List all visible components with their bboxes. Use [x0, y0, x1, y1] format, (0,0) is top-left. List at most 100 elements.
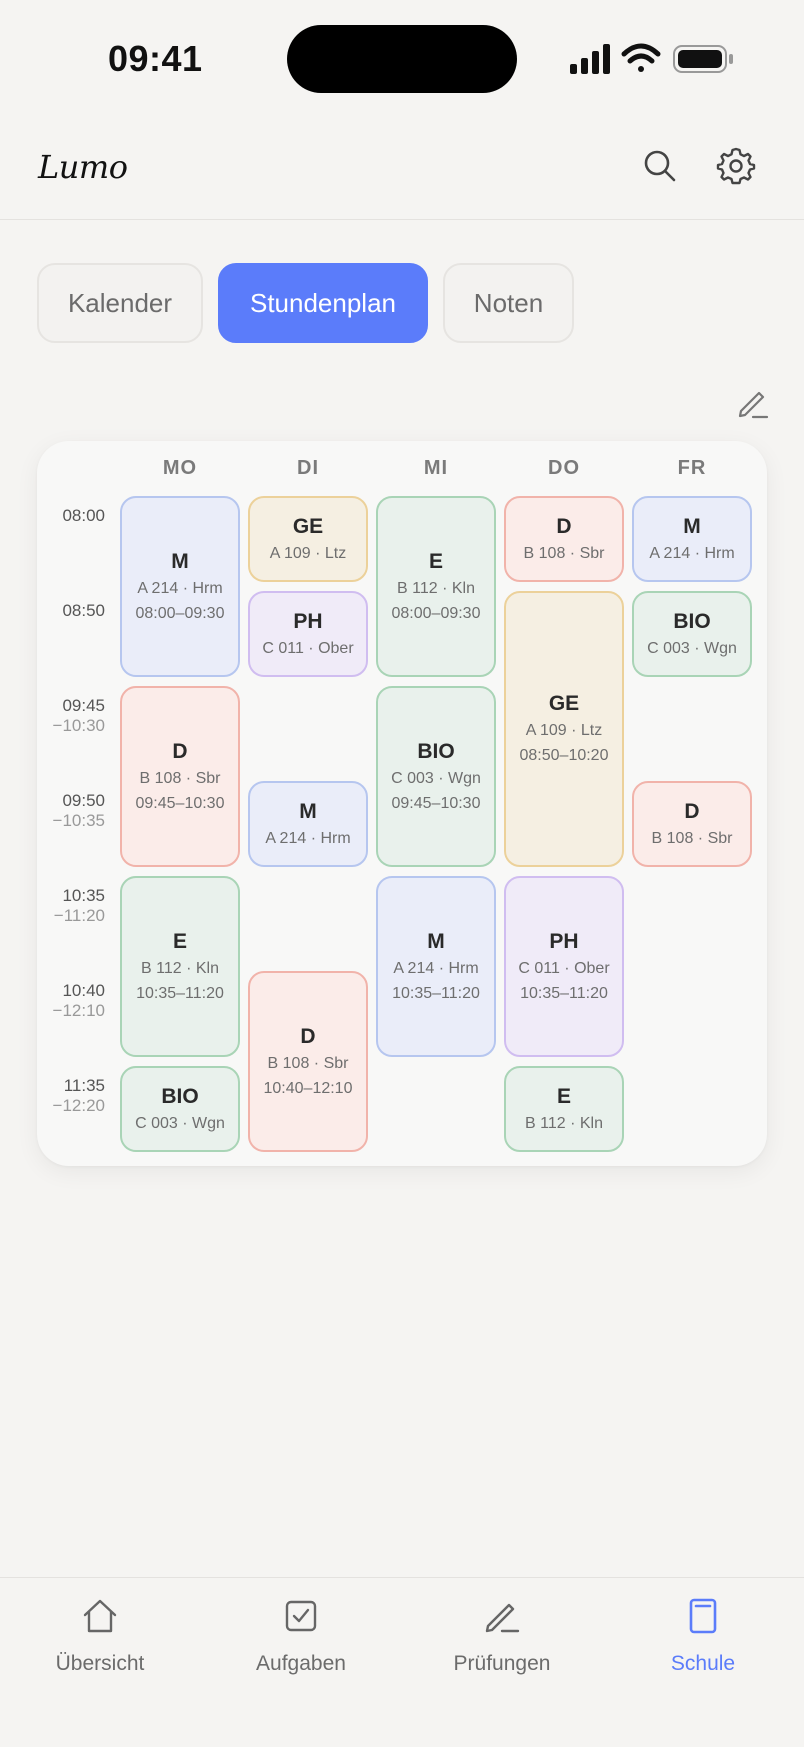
tab-noten[interactable]: Noten	[443, 263, 574, 343]
lesson-subject: GE	[548, 692, 580, 715]
home-icon	[83, 1599, 117, 1633]
status-icons	[570, 43, 733, 74]
lesson-subject: PH	[549, 929, 579, 953]
tab-stundenplan[interactable]: Stundenplan	[218, 263, 428, 343]
bottom-tab-bar: Übersicht Aufgaben Prüfungen Schule	[0, 1577, 804, 1747]
lesson-time: 08:00–09:30	[135, 604, 225, 622]
time-slot-label: 11:35 −12:20	[37, 1076, 105, 1116]
gear-icon[interactable]	[716, 146, 756, 186]
status-bar: 09:41	[0, 0, 804, 110]
lesson-room: A 214 · Hrm	[649, 544, 735, 562]
time-start: 10:35	[62, 886, 105, 905]
time-start: 08:00	[62, 506, 105, 525]
dynamic-island	[287, 25, 517, 93]
status-time: 09:41	[108, 38, 203, 79]
lesson-block[interactable]: D B 108 · Sbr	[504, 496, 624, 582]
lesson-room: B 112 · Kln	[141, 959, 219, 977]
day-header: MO	[162, 457, 198, 479]
lesson-room: B 108 · Sbr	[139, 769, 221, 787]
day-header: MI	[423, 457, 449, 479]
lesson-block[interactable]: D B 108 · Sbr 09:45–10:30	[120, 686, 240, 867]
lesson-room: A 214 · Hrm	[137, 579, 223, 597]
time-slot-label: 09:50 −10:35	[37, 791, 105, 831]
lesson-time: 10:35–11:20	[136, 984, 224, 1002]
edit-icon[interactable]	[735, 385, 771, 421]
day-header: FR	[677, 457, 707, 479]
time-slot-label: 09:45 −10:30	[37, 696, 105, 736]
checkbox-icon	[285, 1600, 317, 1632]
lesson-block[interactable]: M A 214 · Hrm	[632, 496, 752, 582]
time-slot-label: 08:00	[37, 506, 105, 526]
time-slot-label: 10:40 −12:10	[37, 981, 105, 1021]
tab-aufgaben[interactable]: Aufgaben	[211, 1596, 391, 1696]
lesson-room: A 109 · Ltz	[269, 544, 347, 562]
lesson-block[interactable]: M A 214 · Hrm 08:00–09:30	[120, 496, 240, 677]
lesson-block[interactable]: M A 214 · Hrm	[248, 781, 368, 867]
lesson-room: B 112 · Kln	[397, 579, 475, 597]
lesson-block[interactable]: E B 112 · Kln 08:00–09:30	[376, 496, 496, 677]
lesson-time: 09:45–10:30	[135, 794, 225, 812]
time-start: 09:50	[62, 791, 105, 810]
lesson-time: 08:00–09:30	[391, 604, 481, 622]
lesson-subject: M	[171, 549, 189, 573]
time-end: −11:20	[53, 906, 105, 925]
time-start: 11:35	[63, 1076, 105, 1095]
lesson-subject: E	[172, 929, 187, 953]
lesson-room: A 214 · Hrm	[265, 829, 351, 847]
lesson-block[interactable]: E B 112 · Kln	[504, 1066, 624, 1152]
time-start: 08:50	[62, 601, 105, 620]
lesson-subject: M	[299, 799, 317, 823]
lesson-room: B 108 · Sbr	[651, 829, 733, 847]
lesson-block[interactable]: BIO C 003 · Wgn 09:45–10:30	[376, 686, 496, 867]
time-start: 09:45	[62, 696, 105, 715]
tab-label: Schule	[670, 1652, 736, 1675]
lesson-subject: BIO	[673, 609, 711, 633]
lesson-room: C 011 · Ober	[262, 639, 354, 657]
lesson-block[interactable]: GE A 109 · Ltz	[248, 496, 368, 582]
lesson-subject: BIO	[161, 1084, 199, 1108]
signal-icon	[570, 44, 610, 74]
tab-pruefungen[interactable]: Prüfungen	[412, 1596, 592, 1696]
lesson-block[interactable]: D B 108 · Sbr	[632, 781, 752, 867]
lesson-subject: D	[684, 799, 700, 823]
wifi-icon	[621, 43, 661, 72]
lesson-room: C 003 · Wgn	[391, 769, 481, 787]
lesson-block[interactable]: BIO C 003 · Wgn	[632, 591, 752, 677]
tab-kalender[interactable]: Kalender	[37, 263, 203, 343]
lesson-subject: E	[556, 1084, 571, 1108]
lesson-block[interactable]: PH C 011 · Ober 10:35–11:20	[504, 876, 624, 1057]
lesson-time: 10:35–11:20	[520, 984, 608, 1002]
app-logo: Lumo	[38, 148, 128, 186]
app-header: Lumo	[0, 110, 804, 220]
time-end: −12:10	[52, 1001, 105, 1020]
time-end: −10:35	[52, 811, 105, 830]
lesson-block[interactable]: E B 112 · Kln 10:35–11:20	[120, 876, 240, 1057]
time-end: −10:30	[52, 716, 105, 735]
tab-label: Prüfungen	[453, 1652, 551, 1675]
lesson-subject: D	[300, 1024, 316, 1048]
tab-uebersicht[interactable]: Übersicht	[10, 1596, 190, 1696]
lesson-room: C 003 · Wgn	[647, 639, 737, 657]
lesson-room: A 214 · Hrm	[393, 959, 479, 977]
lesson-subject: D	[556, 514, 572, 538]
search-icon[interactable]	[640, 146, 680, 186]
lesson-subject: M	[427, 929, 445, 953]
tab-schule[interactable]: Schule	[613, 1596, 793, 1696]
lesson-block[interactable]: D B 108 · Sbr 10:40–12:10	[248, 971, 368, 1152]
lesson-block[interactable]: PH C 011 · Ober	[248, 591, 368, 677]
day-header: DO	[548, 457, 580, 479]
lesson-subject: E	[428, 549, 443, 573]
lesson-room: B 108 · Sbr	[267, 1054, 349, 1072]
battery-icon	[673, 45, 733, 73]
lesson-room: B 112 · Kln	[525, 1114, 603, 1132]
time-slot-label: 08:50	[37, 601, 105, 621]
lesson-time: 10:40–12:10	[263, 1079, 353, 1097]
time-start: 10:40	[62, 981, 105, 1000]
lesson-time: 10:35–11:20	[392, 984, 480, 1002]
lesson-block[interactable]: BIO C 003 · Wgn	[120, 1066, 240, 1152]
lesson-block[interactable]: GE A 109 · Ltz 08:50–10:20	[504, 591, 624, 867]
tab-label: Aufgaben	[256, 1652, 346, 1675]
lesson-subject: BIO	[417, 739, 455, 763]
lesson-block[interactable]: M A 214 · Hrm 10:35–11:20	[376, 876, 496, 1057]
tab-label: Übersicht	[55, 1652, 145, 1675]
